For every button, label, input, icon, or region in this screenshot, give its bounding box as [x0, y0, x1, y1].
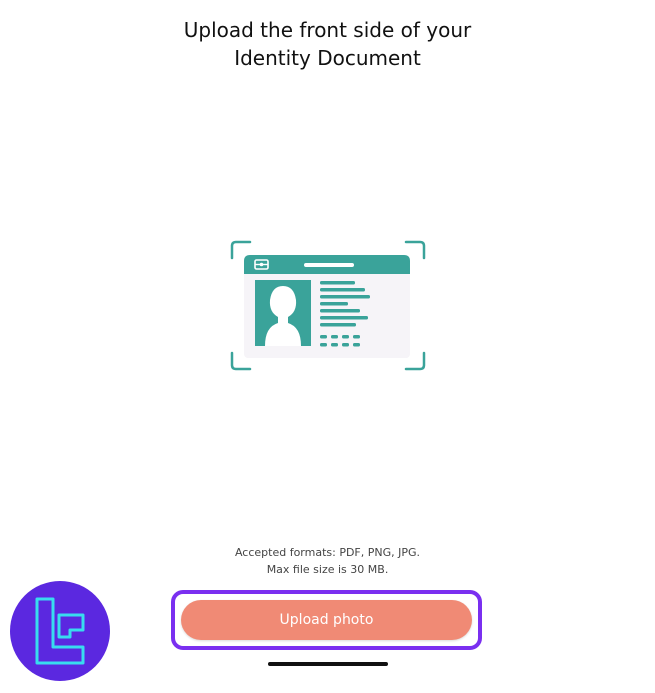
- max-file-size-text: Max file size is 30 MB.: [266, 563, 389, 576]
- page-title: Upload the front side of your Identity D…: [0, 16, 655, 72]
- page-title-line-2: Identity Document: [234, 46, 421, 70]
- file-requirements: Accepted formats: PDF, PNG, JPG. Max fil…: [0, 544, 655, 578]
- upload-button-highlight: Upload photo: [171, 590, 482, 650]
- accepted-formats-text: Accepted formats: PDF, PNG, JPG.: [234, 546, 421, 559]
- page-title-line-1: Upload the front side of your: [183, 18, 472, 42]
- upload-photo-button[interactable]: Upload photo: [181, 600, 472, 640]
- home-indicator: [268, 662, 388, 666]
- brand-logo: [10, 581, 110, 681]
- id-card-scan-icon: [230, 240, 426, 371]
